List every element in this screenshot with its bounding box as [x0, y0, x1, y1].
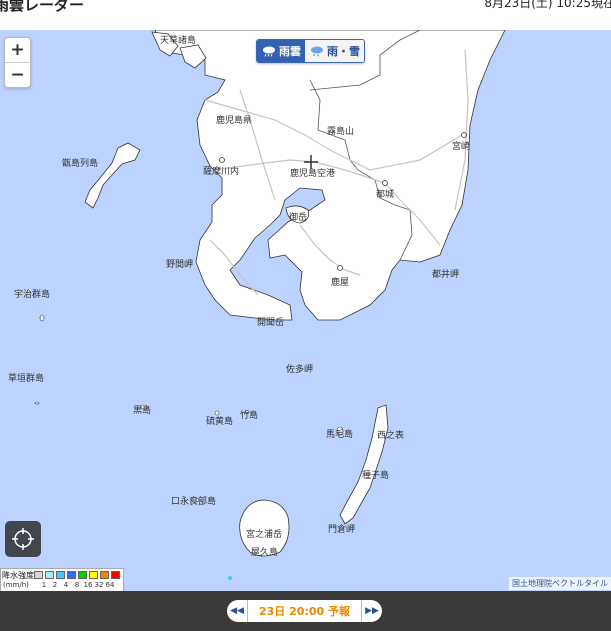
map-label: 都井岬	[432, 270, 460, 280]
map-label: 宮之浦岳	[246, 530, 283, 540]
map-label: 野間岬	[166, 260, 194, 270]
rain-mode-button[interactable]: 雨雲	[257, 40, 305, 62]
map-attribution[interactable]: 国土地理院ベクトルタイル	[509, 577, 611, 590]
map-view[interactable]: 天草諸島 鹿児島県 霧島山 宮崎 甑島列島 薩摩川内 鹿児島空港 都城 御岳 都…	[0, 30, 611, 591]
next-arrow-icon: ▶▶	[365, 606, 379, 616]
map-label: 鹿児島県	[216, 116, 253, 126]
koshiki-land	[84, 142, 141, 209]
map-label: 黒島	[133, 406, 152, 416]
map-label: 硫黄島	[206, 417, 234, 427]
map-label: 開聞岳	[257, 318, 285, 328]
legend-swatch	[111, 571, 120, 579]
prev-arrow-icon: ◀◀	[230, 606, 244, 616]
zoom-control: + −	[4, 37, 31, 88]
legend-tick: 32	[94, 581, 104, 589]
snow-mode-button[interactable]: 雨・雪	[305, 40, 364, 62]
snow-mode-label: 雨・雪	[327, 45, 360, 58]
legend-title: 降水強度	[2, 571, 34, 580]
map-label: 草垣群島	[8, 374, 45, 384]
map-label: 佐多岬	[286, 365, 314, 375]
locate-button[interactable]	[5, 521, 41, 557]
legend-swatch	[45, 571, 54, 579]
header-bar: 雨雲レーダー 8月23日(土) 10:25現在	[0, 0, 611, 30]
map-label: 宇治群島	[14, 290, 51, 300]
forecast-time-label[interactable]: 23日 20:00 予報	[248, 603, 361, 619]
map-label: 霧島山	[327, 127, 355, 137]
zoom-in-button[interactable]: +	[5, 38, 30, 62]
map-label: 御岳	[289, 213, 308, 223]
map-label: 竹島	[240, 411, 259, 421]
prev-time-button[interactable]: ◀◀	[227, 600, 248, 622]
legend-swatch	[67, 571, 76, 579]
legend-unit: (mm/h)	[3, 581, 29, 589]
time-selector: ◀◀ 23日 20:00 予報 ▶▶	[227, 600, 382, 622]
legend-swatch	[100, 571, 109, 579]
legend-swatch	[34, 571, 43, 579]
rain-mode-label: 雨雲	[279, 45, 301, 58]
map-label: 宮崎	[452, 142, 471, 152]
map-label: 甑島列島	[62, 159, 99, 169]
map-canvas	[34, 30, 506, 580]
legend-swatch	[78, 571, 87, 579]
legend-tick: 16	[83, 581, 93, 589]
map-label: 種子島	[362, 471, 390, 481]
crosshair-icon	[12, 528, 34, 550]
legend-tick: 64	[105, 581, 115, 589]
rain-cloud-icon	[263, 46, 275, 57]
legend-tick: 8	[74, 581, 80, 589]
precip-legend: 降水強度 (mm/h) 1 2 4 8 16 32 64	[0, 568, 124, 592]
legend-swatch	[89, 571, 98, 579]
legend-tick: 4	[63, 581, 69, 589]
map-label: 西之表	[377, 431, 405, 441]
legend-tick: 1	[41, 581, 47, 589]
next-time-button[interactable]: ▶▶	[361, 600, 382, 622]
map-label: 鹿屋	[331, 278, 350, 288]
zoom-out-button[interactable]: −	[5, 62, 30, 87]
snow-cloud-icon	[311, 46, 323, 57]
map-label: 都城	[376, 190, 395, 200]
legend-tick: 2	[52, 581, 58, 589]
layer-toggle: 雨雲 雨・雪	[256, 39, 365, 63]
map-label: 馬毛島	[326, 430, 354, 440]
map-label: 口永良部島	[171, 497, 217, 507]
legend-swatch	[56, 571, 65, 579]
timestamp: 8月23日(土) 10:25現在	[484, 0, 611, 10]
map-label: 屋久島	[251, 548, 279, 558]
map-label: 薩摩川内	[203, 167, 240, 177]
map-label: 門倉岬	[328, 525, 356, 535]
page-title: 雨雲レーダー	[0, 0, 85, 14]
map-label: 天草諸島	[160, 36, 197, 46]
map-label: 鹿児島空港	[290, 169, 336, 179]
tanegashima-land	[339, 404, 389, 525]
